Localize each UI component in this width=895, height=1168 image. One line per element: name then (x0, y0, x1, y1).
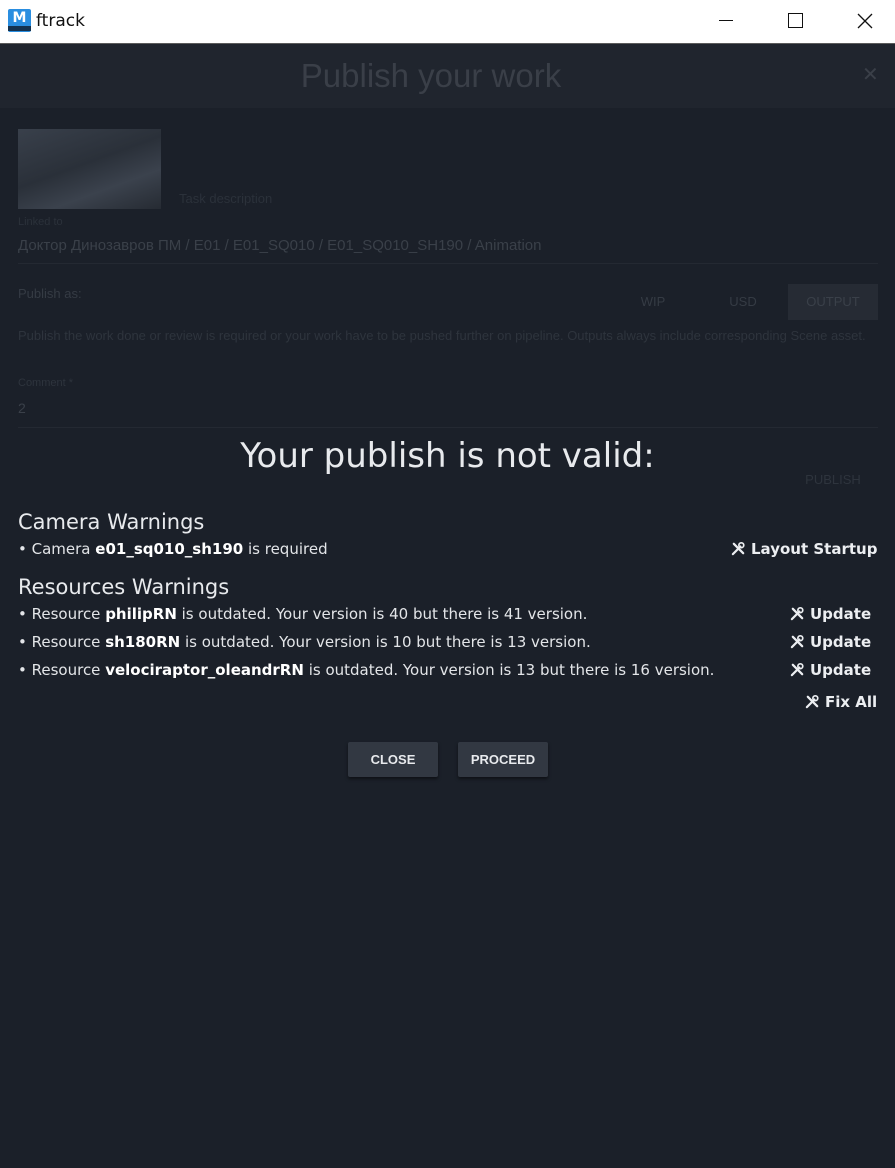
app-icon-letter: M (12, 10, 27, 26)
resources-warnings-title: Resources Warnings (18, 575, 230, 599)
camera-warnings-title: Camera Warnings (18, 510, 205, 534)
resource-warning-item: • Resource sh180RN is outdated. Your ver… (18, 633, 591, 651)
window-title-bar: M ftrack (0, 0, 895, 44)
close-button[interactable]: CLOSE (348, 742, 438, 777)
maya-app-icon: M (8, 9, 31, 32)
publish-option-usd[interactable]: USD (698, 284, 788, 320)
camera-warning-item: • Camera e01_sq010_sh190 is required (18, 540, 328, 558)
validation-title: Your publish is not valid: (240, 436, 655, 476)
update-button[interactable]: Update (790, 633, 871, 651)
tools-icon (790, 606, 804, 621)
task-description: Task description (179, 191, 273, 206)
publish-dialog-title: Publish your work (300, 57, 562, 94)
linked-path: Доктор Динозавров ПМ / E01 / E01_SQ010 /… (18, 237, 542, 254)
tools-icon (790, 634, 804, 649)
resource-warning-item: • Resource velociraptor_oleandrRN is out… (18, 661, 715, 679)
close-icon (857, 13, 873, 29)
publish-as-label: Publish as: (18, 286, 82, 301)
window-close-button[interactable] (830, 0, 895, 42)
comment-field[interactable]: 2 (18, 400, 26, 416)
fix-all-button[interactable]: Fix All (805, 693, 877, 711)
linked-to-label: Linked to (18, 216, 63, 228)
resource-warning-item: • Resource philipRN is outdated. Your ve… (18, 605, 588, 623)
window-title: ftrack (36, 11, 85, 31)
tools-icon (805, 694, 819, 709)
comment-underline (18, 427, 878, 428)
publish-option-wip[interactable]: WIP (608, 284, 698, 320)
proceed-button[interactable]: PROCEED (458, 742, 548, 777)
publish-dialog-header: Publish your work ✕ (0, 44, 895, 108)
divider (18, 263, 878, 264)
tools-icon (731, 541, 745, 556)
update-button[interactable]: Update (790, 605, 871, 623)
dialog-close-icon[interactable]: ✕ (862, 62, 879, 86)
publish-option-output[interactable]: OUTPUT (788, 284, 878, 320)
task-thumbnail (18, 129, 161, 209)
update-button[interactable]: Update (790, 661, 871, 679)
tools-icon (790, 662, 804, 677)
maximize-button[interactable] (760, 0, 830, 42)
layout-startup-button[interactable]: Layout Startup (731, 540, 877, 558)
minimize-button[interactable] (691, 0, 761, 42)
publish-description: Publish the work done or review is requi… (18, 328, 866, 343)
comment-label: Comment * (18, 377, 74, 389)
